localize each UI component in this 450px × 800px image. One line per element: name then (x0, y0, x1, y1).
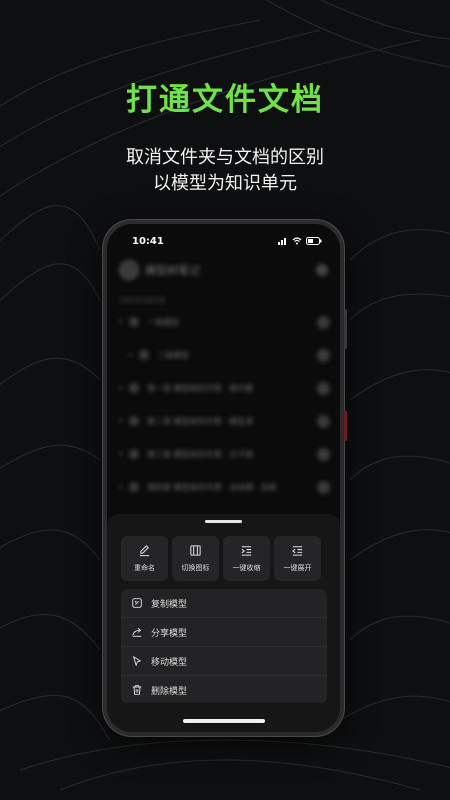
page-headline: 打通文件文档 (126, 82, 324, 118)
list-item[interactable]: ▾ 第三章 模型树的作用 · 分子链 (107, 442, 340, 466)
chevron-right-icon: ▸ (129, 351, 133, 359)
more-icon[interactable] (317, 348, 330, 362)
chevron-down-icon: ▾ (119, 450, 123, 458)
list-item-label: 一级模型 (147, 317, 179, 327)
more-icon[interactable] (317, 315, 330, 329)
quick-actions: 重命名 切换图标 一键收缩 一键展开 (121, 536, 321, 581)
copy-model-item[interactable]: 复制模型 (121, 589, 327, 617)
chevron-down-icon: ▾ (119, 318, 123, 326)
battery-icon (306, 237, 322, 245)
phone-mockup: 10:41 模型树笔记 2023/10/10 ▾ 一级模型 ▸ 二级模型 ▾ 第… (102, 219, 347, 737)
app-logo-icon (119, 260, 139, 280)
model-icon (129, 482, 139, 492)
signal-icon (278, 238, 286, 245)
move-model-label: 移动模型 (151, 657, 188, 668)
collapse-all-label: 一键收缩 (232, 564, 261, 572)
model-icon (129, 449, 139, 459)
rename-button[interactable]: 重命名 (121, 536, 168, 581)
list-item[interactable]: ▾ 第四章 模型树的作用 · 全体模 · 层级 (107, 475, 340, 499)
trash-icon (132, 685, 142, 695)
wifi-icon (292, 237, 302, 245)
list-item-label: 二级模型 (157, 350, 189, 360)
share-icon (132, 627, 142, 637)
rename-label: 重命名 (134, 564, 155, 572)
status-icons (278, 237, 322, 245)
status-bar: 10:41 (107, 235, 340, 251)
app-date: 2023/10/10 (119, 296, 166, 305)
list-item[interactable]: ▾ 第二章 模型树的作用 · 模型递 (107, 409, 340, 433)
blurred-app-content: 模型树笔记 2023/10/10 ▾ 一级模型 ▸ 二级模型 ▾ 第一章 模型树… (107, 250, 340, 512)
model-icon (129, 383, 139, 393)
switch-icon (190, 545, 201, 556)
move-model-item[interactable]: 移动模型 (121, 646, 327, 675)
delete-model-item[interactable]: 删除模型 (121, 675, 327, 704)
phone-screen: 10:41 模型树笔记 2023/10/10 ▾ 一级模型 ▸ 二级模型 ▾ 第… (107, 224, 340, 732)
switch-icon-label: 切换图标 (181, 564, 210, 572)
subtitle-line-1: 取消文件夹与文档的区别 (126, 147, 324, 168)
app-header: 模型树笔记 (119, 260, 200, 280)
move-icon (133, 656, 141, 666)
model-icon (129, 416, 139, 426)
switch-icon-button[interactable]: 切换图标 (172, 536, 219, 581)
edit-icon (139, 545, 150, 557)
sheet-grab-handle[interactable] (205, 520, 242, 523)
list-item-label: 第二章 模型树的作用 · 模型递 (147, 416, 254, 426)
share-model-label: 分享模型 (151, 628, 188, 639)
expand-all-label: 一键展开 (283, 564, 312, 572)
more-icon[interactable] (317, 480, 330, 494)
app-title: 模型树笔记 (145, 264, 200, 277)
collapse-all-button[interactable]: 一键收缩 (223, 536, 270, 581)
expand-all-button[interactable]: 一键展开 (274, 536, 321, 581)
chevron-down-icon: ▾ (119, 483, 123, 491)
collapse-icon (241, 546, 252, 556)
status-time: 10:41 (132, 236, 164, 247)
copy-icon (132, 598, 142, 608)
model-icon (129, 317, 139, 327)
settings-icon[interactable] (316, 264, 328, 276)
list-item-label: 第一章 模型树的作用 · 替代模 (147, 383, 254, 393)
expand-icon (292, 546, 303, 556)
phone-power-button (344, 411, 347, 441)
chevron-down-icon: ▾ (119, 384, 123, 392)
list-item[interactable]: ▸ 二级模型 (107, 343, 340, 367)
list-item-label: 第四章 模型树的作用 · 全体模 · 层级 (147, 482, 277, 492)
model-icon (139, 350, 149, 360)
subtitle-line-2: 以模型为知识单元 (153, 173, 297, 194)
more-icon[interactable] (317, 381, 330, 395)
list-item[interactable]: ▾ 第一章 模型树的作用 · 替代模 (107, 376, 340, 400)
model-menu: 复制模型 分享模型 移动模型 删除模型 (121, 589, 327, 703)
share-model-item[interactable]: 分享模型 (121, 617, 327, 646)
list-item[interactable]: ▾ 一级模型 (107, 310, 340, 334)
copy-model-label: 复制模型 (151, 599, 188, 610)
delete-model-label: 删除模型 (151, 686, 188, 697)
phone-side-button (344, 309, 347, 349)
action-sheet: 重命名 切换图标 一键收缩 一键展开 复制模型 分享模型 移动模型 删除模型 (107, 514, 340, 732)
home-indicator[interactable] (183, 719, 265, 723)
more-icon[interactable] (317, 447, 330, 461)
list-item-label: 第三章 模型树的作用 · 分子链 (147, 449, 254, 459)
more-icon[interactable] (317, 414, 330, 428)
chevron-down-icon: ▾ (119, 417, 123, 425)
